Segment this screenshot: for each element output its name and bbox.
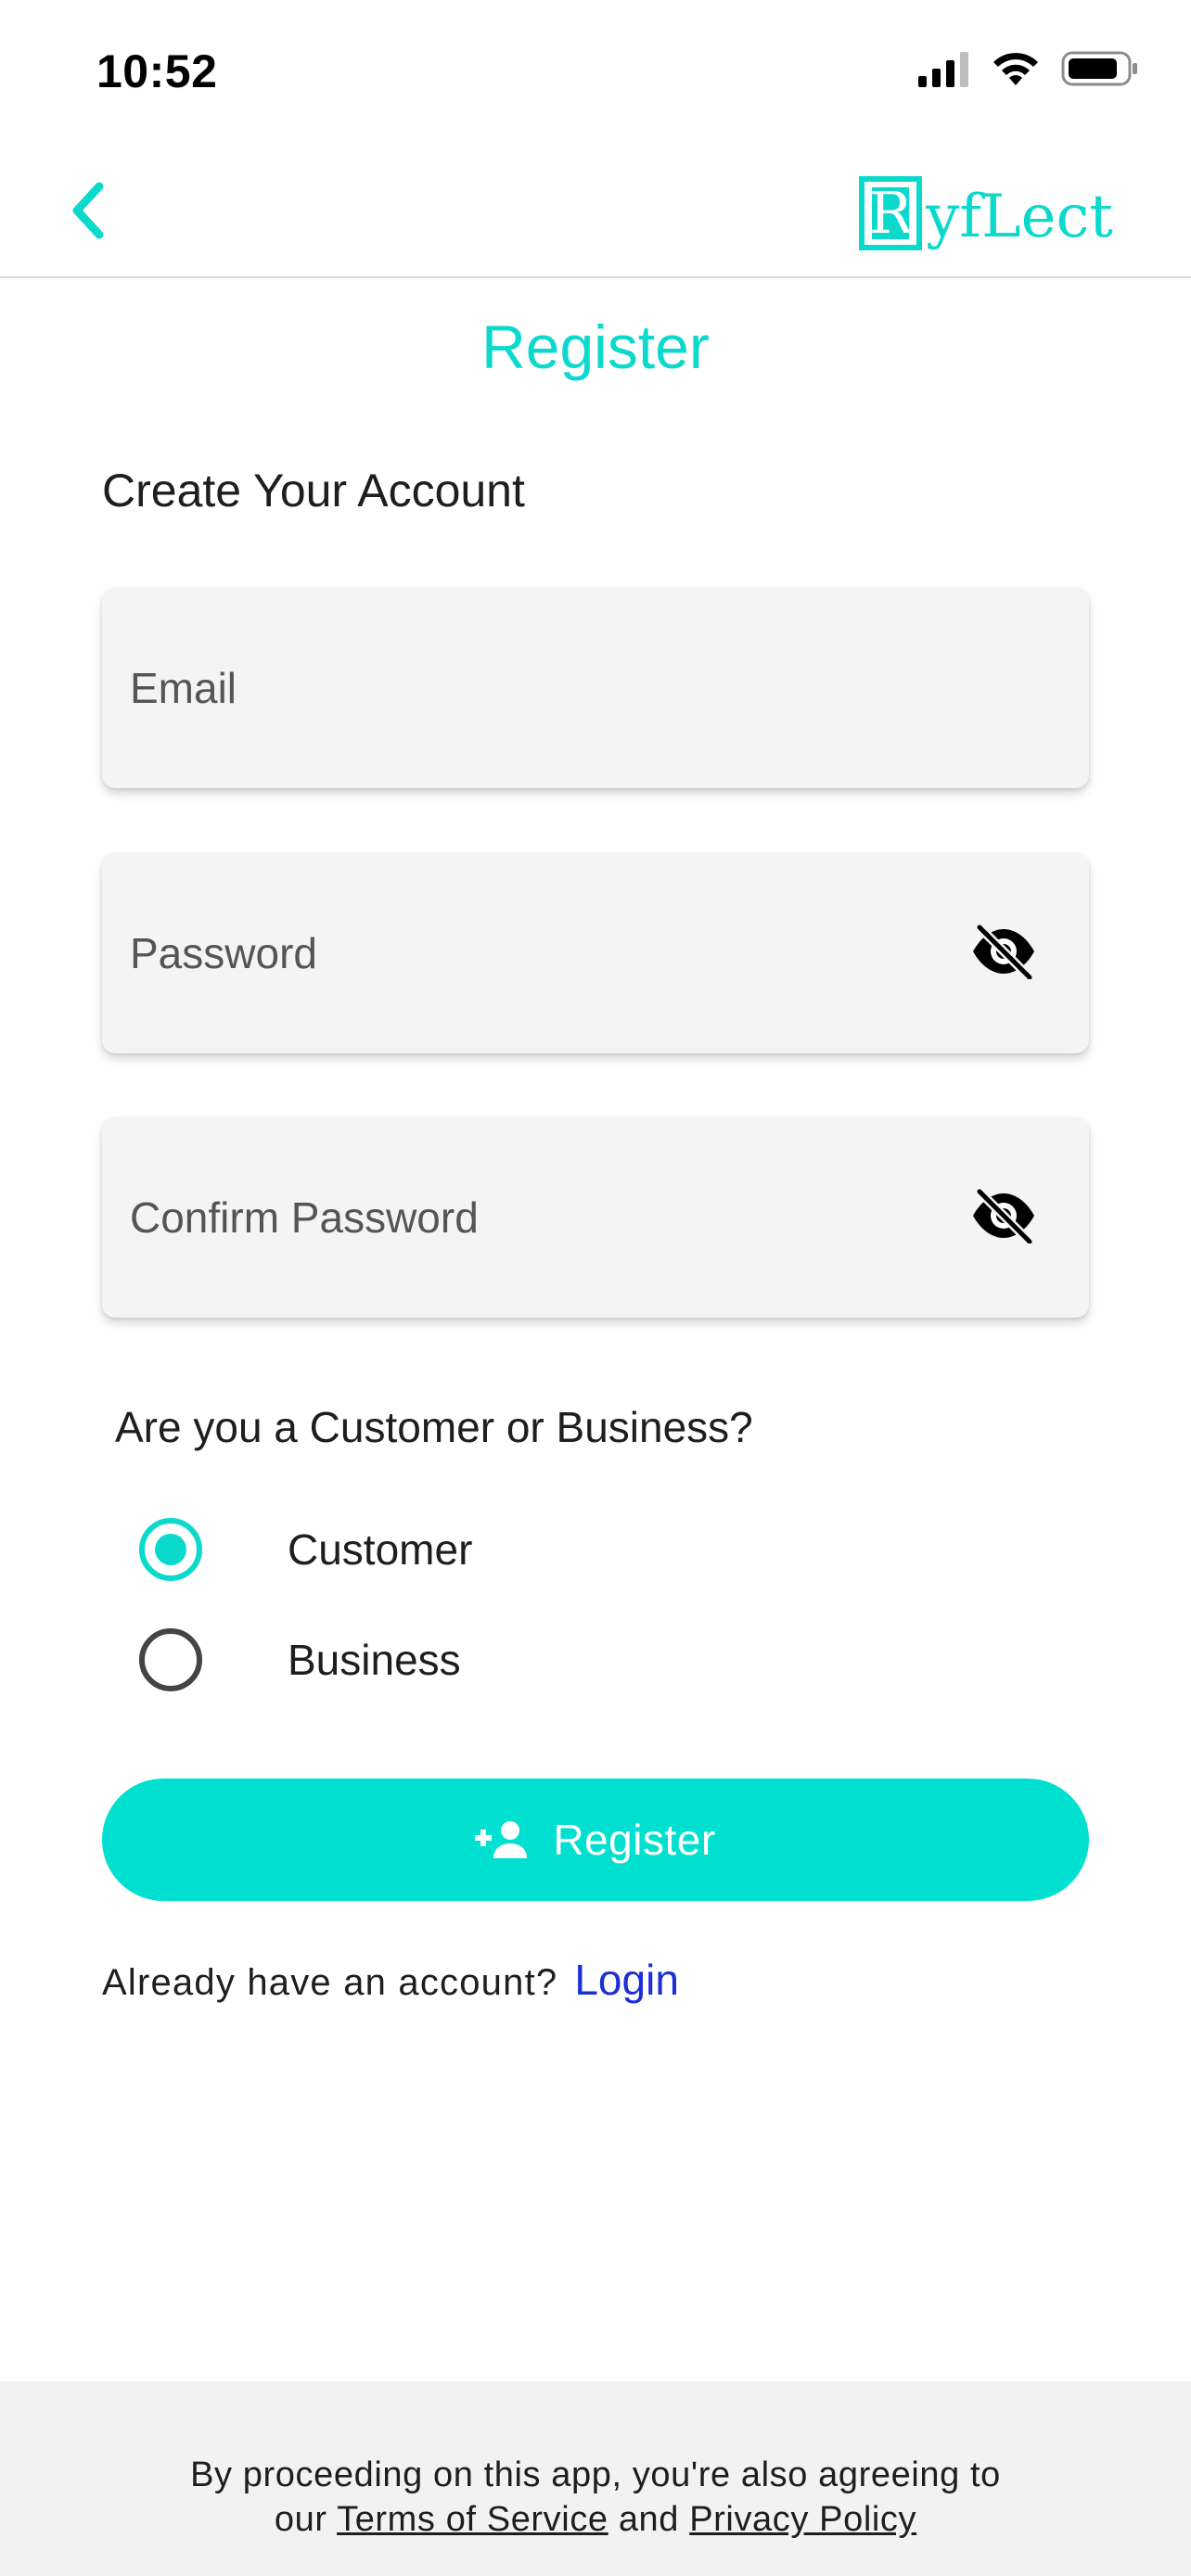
footer-agreement-text: By proceeding on this app, you're also a… xyxy=(190,2455,1001,2494)
footer-and: and xyxy=(618,2500,680,2539)
register-button-label: Register xyxy=(553,1816,716,1864)
section-heading: Create Your Account xyxy=(102,465,525,516)
eye-off-icon xyxy=(970,1187,1037,1248)
nav-bar: R yfLect xyxy=(0,139,1191,278)
footer: By proceeding on this app, you're also a… xyxy=(0,2381,1191,2576)
confirm-password-input[interactable] xyxy=(130,1117,928,1318)
footer-prefix: our xyxy=(274,2500,327,2539)
radio-option-business[interactable]: Business xyxy=(139,1628,461,1691)
terms-of-service-link[interactable]: Terms of Service xyxy=(337,2500,608,2539)
logo-text: yfLect xyxy=(926,183,1113,251)
email-input[interactable] xyxy=(130,588,928,788)
page-title: Register xyxy=(481,312,710,381)
radio-button-customer[interactable] xyxy=(139,1518,202,1581)
radio-label-business: Business xyxy=(288,1636,461,1684)
login-link[interactable]: Login xyxy=(574,1955,679,2005)
status-bar: 10:52 xyxy=(0,0,1191,139)
login-prompt: Already have an account? Login xyxy=(102,1955,679,2005)
eye-off-icon xyxy=(970,923,1037,984)
battery-icon xyxy=(1061,50,1139,92)
cellular-signal-icon xyxy=(918,50,970,92)
person-add-icon xyxy=(475,1819,531,1860)
register-button[interactable]: Register xyxy=(102,1779,1089,1901)
radio-option-customer[interactable]: Customer xyxy=(139,1518,472,1581)
ryflect-logo: R yfLect xyxy=(859,167,1113,250)
password-input[interactable] xyxy=(130,853,928,1053)
login-question: Already have an account? xyxy=(102,1962,558,2003)
toggle-confirm-password-visibility-button[interactable] xyxy=(968,1184,1039,1251)
wifi-icon xyxy=(991,50,1041,92)
privacy-policy-link[interactable]: Privacy Policy xyxy=(689,2500,916,2539)
toggle-password-visibility-button[interactable] xyxy=(968,920,1039,987)
radio-label-customer: Customer xyxy=(288,1525,473,1574)
logo-letter: R xyxy=(868,179,913,247)
radio-button-business[interactable] xyxy=(139,1628,202,1691)
email-field[interactable] xyxy=(102,588,1089,788)
radio-selected-dot xyxy=(155,1534,186,1565)
account-type-question: Are you a Customer or Business? xyxy=(115,1403,753,1451)
logo-mark: R xyxy=(859,176,923,250)
chevron-left-icon xyxy=(68,181,109,245)
footer-links-line: our Terms of Service and Privacy Policy xyxy=(0,2500,1191,2540)
password-field[interactable] xyxy=(102,853,1089,1053)
confirm-password-field[interactable] xyxy=(102,1117,1089,1318)
back-button[interactable] xyxy=(56,180,121,245)
status-time: 10:52 xyxy=(96,45,218,97)
status-icons xyxy=(918,50,1139,92)
